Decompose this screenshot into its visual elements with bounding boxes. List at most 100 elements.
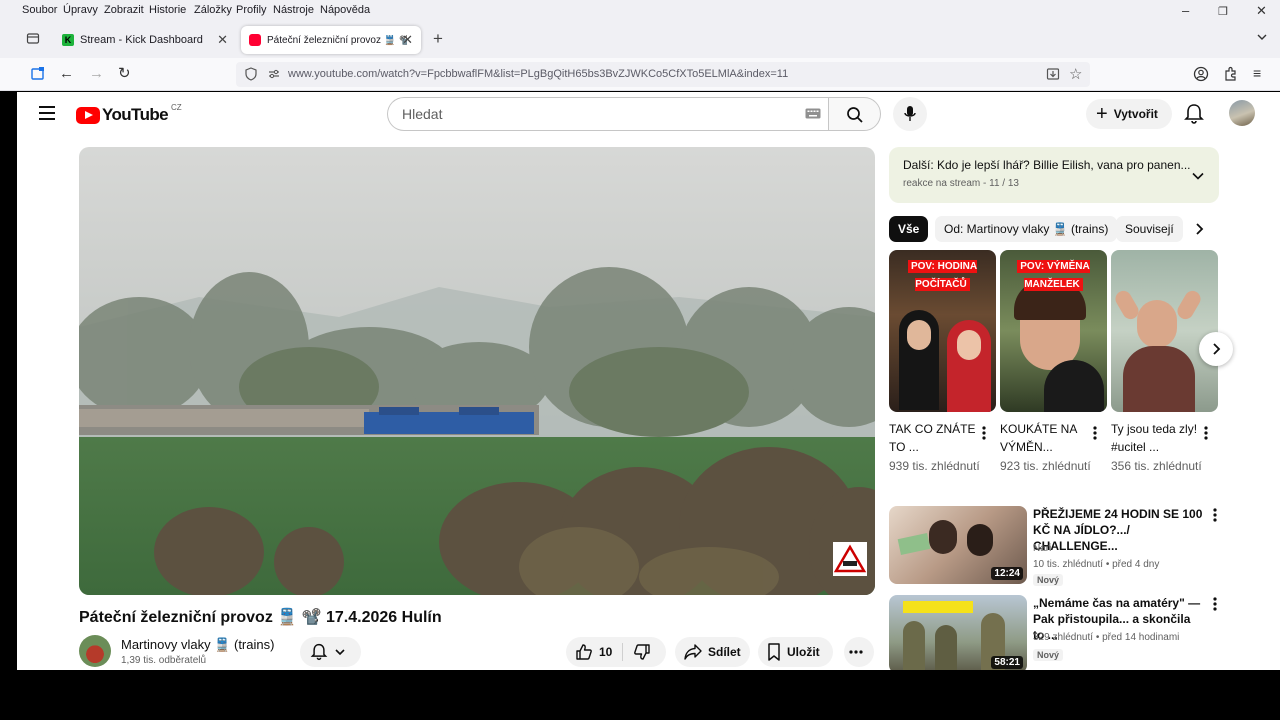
thumbs-up-icon [576,644,592,660]
kick-favicon-icon: K [62,34,74,46]
more-vertical-icon[interactable] [1204,426,1208,445]
chips-next-chevron-icon[interactable] [1194,222,1204,241]
chip-all[interactable]: Vše [889,216,929,242]
short-views: 356 tis. zhlédnutí [1111,459,1202,473]
video-frame-image [79,147,875,595]
address-bar[interactable]: www.youtube.com/watch?v=FpcbbwaflFM&list… [236,62,1090,87]
short-item[interactable]: POV: HODINA POČÍTAČŮ TAK CO ZNÁTE TO ...… [889,250,996,474]
tab-bar: K Stream - Kick Dashboard ✕ Páteční žele… [0,22,1280,58]
channel-name[interactable]: Martinovy vlaky 🚆 (trains) [121,637,274,653]
menu-upravy[interactable]: Úpravy [63,4,98,16]
url-text: www.youtube.com/watch?v=FpcbbwaflFM&list… [288,68,789,80]
bookmark-star-icon[interactable]: ☆ [1069,65,1082,83]
like-button[interactable]: 10 [575,643,624,661]
bell-icon [310,643,328,661]
recommended-channel[interactable]: Nari [1033,543,1051,554]
site-permissions-icon[interactable] [267,67,281,86]
short-views: 923 tis. zhlédnutí [1000,459,1091,473]
like-count: 10 [599,645,613,659]
more-vertical-icon[interactable] [1213,508,1217,527]
tab-close-icon[interactable]: ✕ [217,32,228,48]
recommended-video[interactable]: 58:21 „Nemáme čas na amatéry" — Pak přis… [889,595,1219,670]
chevron-down-icon[interactable] [1191,169,1205,183]
back-icon[interactable]: ← [59,65,74,82]
short-title: TAK CO ZNÁTE TO ... [889,422,976,454]
short-item[interactable]: Ty jsou teda zly! #ucitel ... 356 tis. z… [1111,250,1218,474]
thumbs-down-icon [634,644,651,660]
voice-search-button[interactable] [893,97,927,131]
youtube-logo[interactable]: YouTube CZ [76,102,182,125]
guide-menu-icon[interactable] [39,106,55,120]
notifications-bell-icon[interactable] [1184,103,1204,130]
country-code: CZ [171,102,182,112]
filter-chips: Vše Od: Martinovy vlaky 🚆 (trains) Souvi… [889,216,1219,242]
keyboard-icon[interactable] [805,108,821,122]
maximize-icon[interactable]: ❐ [1218,5,1228,18]
dislike-button[interactable] [623,643,657,661]
close-window-icon[interactable]: ✕ [1256,3,1267,19]
save-label: Uložit [787,645,820,659]
tab-youtube-video[interactable]: Páteční železniční provoz 🚆 📽️ ✕ [241,26,421,54]
account-icon[interactable] [1193,66,1209,87]
recommended-video-title: PŘEŽIJEME 24 HODIN SE 100 KČ NA JÍDLO?..… [1033,507,1203,553]
user-avatar[interactable] [1229,100,1255,126]
new-badge: Nový [1033,574,1064,586]
menu-soubor[interactable]: Soubor [22,4,57,16]
more-vertical-icon[interactable] [1213,597,1217,616]
new-badge: Nový [1033,649,1064,661]
minimize-icon[interactable]: – [1182,3,1189,18]
search-button[interactable] [828,97,881,131]
download-page-icon[interactable] [1046,67,1060,86]
share-label: Sdílet [708,645,741,659]
menu-zalozky[interactable]: Záložky [194,4,232,16]
shorts-scroll-next-button[interactable] [1199,332,1233,366]
short-title: Ty jsou teda zly! #ucitel ... [1111,422,1198,454]
tab-list-chevron-icon[interactable] [1256,30,1268,48]
extensions-icon[interactable] [1223,66,1239,87]
youtube-play-icon [76,106,100,124]
menu-profily[interactable]: Profily [236,4,267,16]
subscription-bell-button[interactable] [300,637,361,667]
video-title: Páteční železniční provoz 🚆 📽️ 17.4.2026… [79,609,442,626]
playlist-next-title: Další: Kdo je lepší lhář? Billie Eilish,… [903,158,1191,172]
save-button[interactable]: Uložit [758,637,833,667]
more-vertical-icon[interactable] [1093,426,1097,445]
short-item[interactable]: POV: VÝMĚNA MANŽELEK KOUKÁTE NA VÝMĚN...… [1000,250,1107,474]
menu-zobrazit[interactable]: Zobrazit [104,4,144,16]
menu-historie[interactable]: Historie [149,4,186,16]
chip-from-channel[interactable]: Od: Martinovy vlaky 🚆 (trains) [935,216,1118,242]
youtube-wordmark: YouTube [102,105,169,124]
channel-avatar[interactable] [79,635,111,667]
chip-related[interactable]: Souvisejí [1116,216,1183,242]
chevron-right-icon [1213,343,1221,355]
menu-napoveda[interactable]: Nápověda [320,4,370,16]
short-overlay-text: POV: HODINA POČÍTAČŮ [889,256,996,292]
reload-icon[interactable]: ↻ [118,64,131,82]
video-player[interactable] [79,147,875,595]
more-actions-button[interactable] [844,637,874,667]
sidebar-toggle-icon[interactable] [30,66,46,85]
recommended-video[interactable]: 12:24 PŘEŽIJEME 24 HODIN SE 100 KČ NA JÍ… [889,506,1219,586]
short-thumbnail [1111,250,1218,412]
like-dislike-group: 10 [566,637,666,667]
short-title: KOUKÁTE NA VÝMĚN... [1000,422,1077,454]
youtube-page: YouTube CZ + Vytvořit [17,92,1280,670]
tab-close-icon[interactable]: ✕ [402,32,413,48]
search-input[interactable] [402,106,782,122]
tab-overview-icon[interactable] [26,31,40,50]
forward-icon[interactable]: → [89,65,104,82]
menu-nastroje[interactable]: Nástroje [273,4,314,16]
tab-kick-dashboard[interactable]: K Stream - Kick Dashboard ✕ [54,26,236,54]
youtube-header: YouTube CZ + Vytvořit [17,92,1280,137]
video-thumbnail: 58:21 [889,595,1027,670]
shield-icon[interactable] [244,67,258,86]
create-button[interactable]: + Vytvořit [1086,99,1172,129]
share-button[interactable]: Sdílet [675,637,750,667]
new-tab-icon[interactable]: + [433,29,443,49]
app-menu-icon[interactable]: ≡ [1253,65,1261,81]
recommended-meta: 329 zhlédnutí • před 14 hodinami [1033,632,1180,643]
more-vertical-icon[interactable] [982,426,986,445]
plus-icon: + [1096,103,1108,125]
playlist-next-panel[interactable]: Další: Kdo je lepší lhář? Billie Eilish,… [889,147,1219,203]
navigation-bar: ← → ↻ www.youtube.com/watch?v=FpcbbwaflF… [0,58,1280,91]
